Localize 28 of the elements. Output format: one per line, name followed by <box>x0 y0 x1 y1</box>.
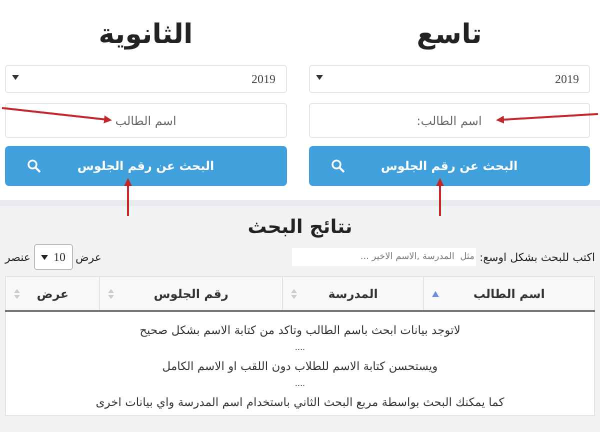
filter-input-field[interactable]: مثل المدرسة ,الاسم الاخير ... <box>292 248 476 266</box>
items-label: عنصر <box>5 250 30 264</box>
caret-icon <box>316 75 322 80</box>
section-title: تاسع <box>416 18 483 52</box>
name-input-field[interactable]: اسم الطالب: <box>308 103 590 138</box>
message-text: .... <box>294 342 306 354</box>
message-text: .... <box>294 378 306 390</box>
message-text: كما يمكنك البحث بواسطة مربع البحث الثاني باستخدام اسم المدرسة واي بيانات اخرى <box>94 394 506 411</box>
show-label: عرض <box>76 250 102 264</box>
message-text: ويستحسن كتابة الاسم للطلاب دون اللقب او الاسم الكامل <box>161 358 439 375</box>
caret-icon <box>12 75 19 80</box>
column-header[interactable]: عرض <box>6 276 100 311</box>
search-icon <box>27 159 41 173</box>
section-title: الثانوية <box>98 18 194 52</box>
column-header[interactable]: اسم الطالب <box>424 276 594 311</box>
annotation-arrow <box>124 178 132 216</box>
column-header[interactable]: المدرسة <box>282 276 424 311</box>
search-icon <box>330 159 344 173</box>
column-header[interactable]: رقم الجلوس <box>100 276 282 311</box>
page-size-select[interactable]: 10 <box>34 244 72 270</box>
name-input-field[interactable]: اسم الطالب <box>5 103 286 138</box>
year-select[interactable]: 2019 <box>5 65 286 93</box>
search-label: اكتب للبحث بشكل اوسع: <box>479 250 595 264</box>
annotation-arrow <box>436 178 444 216</box>
caret-icon <box>40 254 48 260</box>
message-text: لاتوجد بيانات ابحث باسم الطالب وتاكد من كتابة الاسم بشكل صحيح <box>138 322 462 339</box>
results-title: نتائج البحث <box>246 216 354 238</box>
year-select[interactable]: 2019 <box>308 65 590 93</box>
